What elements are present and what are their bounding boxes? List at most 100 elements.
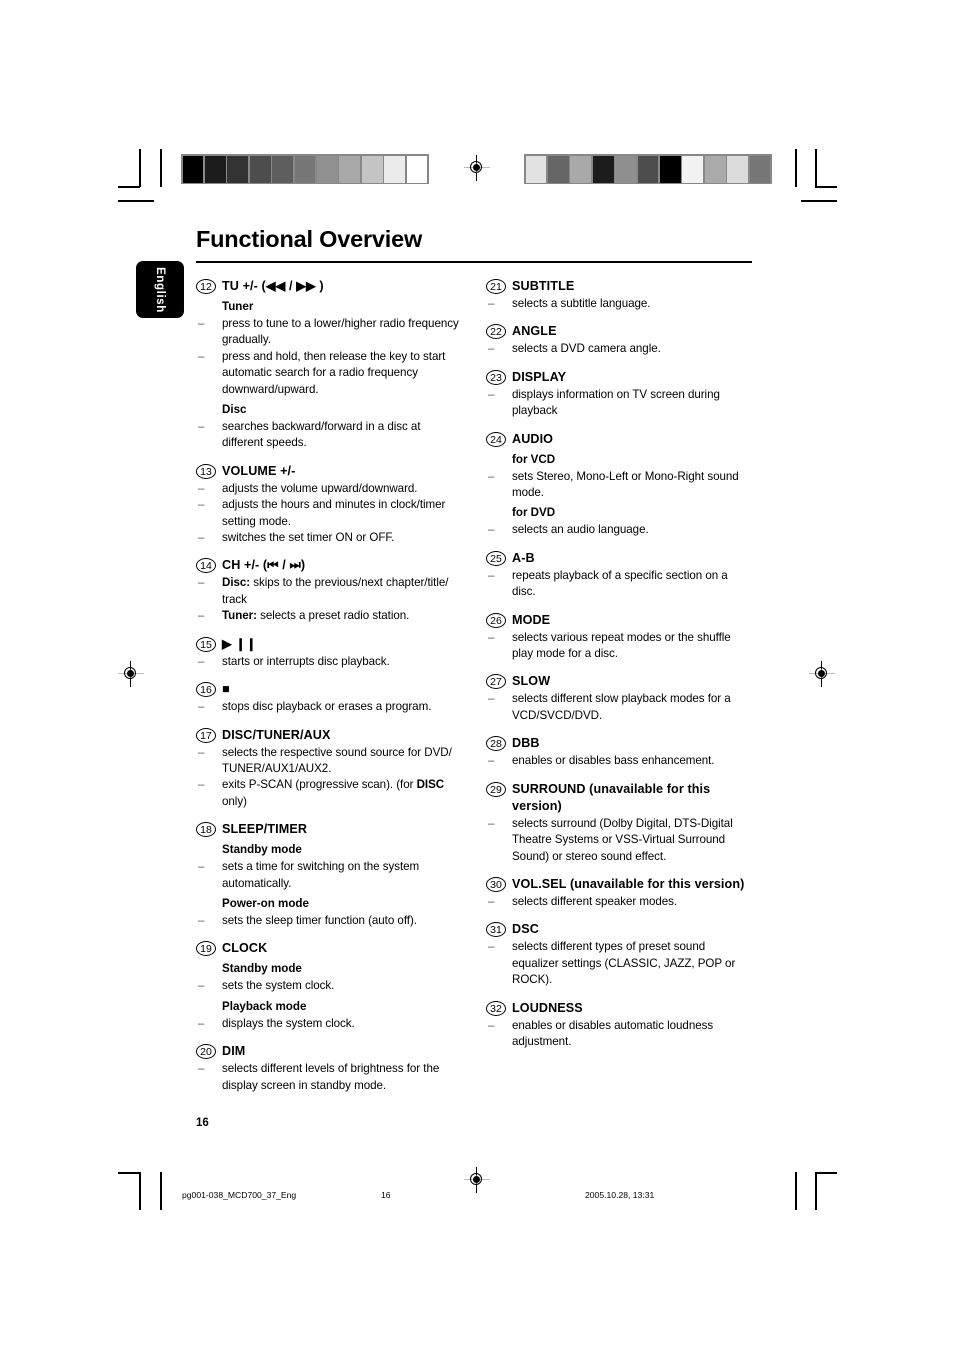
function-label: MODE — [512, 612, 551, 627]
function-label: CH +/- (⏮ / ⏭) — [222, 558, 306, 573]
crop-mark-top-right-corner-v — [815, 149, 817, 187]
function-bullet: – adjusts the volume upward/downward. — [196, 481, 462, 497]
language-tab: English — [136, 261, 184, 318]
function-bullet: – repeats playback of a specific section … — [486, 568, 752, 601]
crop-mark-top-left-corner-h — [118, 186, 140, 188]
bullet-dash: – — [198, 701, 205, 714]
function-label: TU +/- (◀◀ / ▶▶ ) — [222, 279, 324, 293]
color-swatch — [592, 155, 614, 183]
bullet-text: selects different speaker modes. — [512, 894, 678, 908]
bullet-dash: – — [488, 755, 495, 768]
title-divider — [196, 261, 752, 263]
registration-mark-right-middle — [809, 661, 835, 687]
page-title: Functional Overview — [196, 226, 423, 252]
function-label: DISC/TUNER/AUX — [222, 727, 331, 742]
function-subheading: Power-on mode — [222, 896, 309, 910]
color-calibration-bar-right — [524, 154, 772, 184]
function-entry: 26 MODE – selects various repeat modes or t… — [486, 612, 752, 663]
function-bullet: – selects different levels of brightness … — [196, 1061, 462, 1094]
function-bullet: – sets the system clock. — [196, 978, 462, 994]
function-bullet: – selects various repeat modes or the shu… — [486, 630, 752, 663]
function-number-badge: 19 — [196, 941, 216, 957]
function-entry: 29 SURROUND (unavailable for this version… — [486, 781, 752, 865]
function-entry-header: 30 VOL.SEL (unavailable for this version) — [486, 876, 752, 893]
color-swatch — [704, 155, 726, 183]
function-label: DBB — [512, 736, 540, 751]
bullet-dash: – — [198, 577, 205, 590]
function-entry-header: 27 SLOW — [486, 673, 752, 690]
function-entry: 30 VOL.SEL (unavailable for this version)… — [486, 876, 752, 910]
function-bullet: – press to tune to a lower/higher radio f… — [196, 316, 462, 349]
function-bullet: – sets a time for switching on the system… — [196, 859, 462, 892]
function-label: ▶ ❙❙ — [222, 636, 257, 651]
function-number-badge: 29 — [486, 781, 506, 797]
bullet-text: switches the set timer ON or OFF. — [222, 531, 395, 545]
color-swatch — [249, 155, 271, 183]
function-bullet: – selects a subtitle language. — [486, 296, 752, 312]
bullet-dash: – — [198, 980, 205, 993]
function-entry-header: 31 DSC — [486, 921, 752, 938]
function-label: DSC — [512, 922, 539, 937]
function-entry: 20 DIM – selects different levels of bright… — [196, 1043, 462, 1094]
bullet-dash: – — [488, 569, 495, 582]
function-entry: 25 A-B – repeats playback of a specific sec… — [486, 550, 752, 601]
function-entry-header: 12 TU +/- (◀◀ / ▶▶ ) — [196, 278, 462, 295]
function-bullet: – selects different slow playback modes f… — [486, 691, 752, 724]
color-swatch — [361, 155, 383, 183]
color-swatch — [749, 155, 771, 183]
function-entry-header: 25 A-B — [486, 550, 752, 567]
right-column: 21 SUBTITLE – selects a subtitle language. 2… — [486, 278, 752, 1061]
function-number-badge: 13 — [196, 463, 216, 479]
function-number-badge: 15 — [196, 636, 216, 652]
bullet-dash: – — [488, 388, 495, 401]
bullet-text: sets the system clock. — [222, 979, 335, 993]
color-swatch — [682, 155, 704, 183]
function-entry-header: 16 ■ — [196, 681, 462, 698]
function-label: LOUDNESS — [512, 1000, 583, 1015]
page-number: 16 — [196, 1117, 209, 1129]
bullet-text: selects different levels of brightness f… — [222, 1062, 440, 1092]
bullet-text: starts or interrupts disc playback. — [222, 654, 390, 668]
function-number-badge: 14 — [196, 558, 216, 574]
color-swatch — [182, 155, 204, 183]
function-entry-header: 29 SURROUND (unavailable for this version… — [486, 781, 752, 815]
function-number-badge: 27 — [486, 674, 506, 690]
bullet-text: sets a time for switching on the system … — [222, 860, 420, 890]
function-number-badge: 23 — [486, 369, 506, 385]
bullet-dash: – — [488, 470, 495, 483]
color-swatch — [727, 155, 749, 183]
color-swatch — [547, 155, 569, 183]
function-label: SLEEP/TIMER — [222, 822, 308, 837]
function-number-badge: 21 — [486, 279, 506, 294]
bullet-dash: – — [488, 343, 495, 356]
function-label: SLOW — [512, 674, 551, 689]
bullet-text: press to tune to a lower/higher radio fr… — [222, 317, 459, 347]
crop-mark-top-right-outer-h — [801, 200, 837, 202]
function-bullet: – Tuner: selects a preset radio station. — [196, 608, 462, 624]
function-number-badge: 31 — [486, 922, 506, 938]
function-entry-header: 20 DIM — [196, 1043, 462, 1060]
function-entry: 18 SLEEP/TIMER Standby mode – sets a time fo… — [196, 821, 462, 929]
function-number-badge: 25 — [486, 550, 506, 566]
bullet-text: selects the respective sound source for … — [222, 745, 452, 775]
function-label: SURROUND (unavailable for this version) — [512, 781, 711, 813]
function-entry: 19 CLOCK Standby mode – sets the system cloc… — [196, 940, 462, 1032]
function-label: VOL.SEL (unavailable for this version) — [512, 876, 745, 891]
function-label: CLOCK — [222, 941, 268, 956]
color-swatch — [204, 155, 226, 183]
color-swatch — [615, 155, 637, 183]
function-entry-header: 13 VOLUME +/- — [196, 463, 462, 480]
color-swatch — [659, 155, 681, 183]
bullet-text: sets Stereo, Mono-Left or Mono-Right sou… — [512, 469, 739, 500]
bullet-dash: – — [198, 779, 205, 792]
crop-mark-bottom-right-vertical — [795, 1172, 797, 1210]
bullet-text: Disc: skips to the previous/next chapter… — [222, 576, 449, 606]
registration-mark-top-center — [464, 155, 490, 181]
function-number-badge: 30 — [486, 876, 506, 892]
function-number-badge: 24 — [486, 431, 506, 447]
color-swatch — [406, 155, 428, 183]
bullet-text: selects a subtitle language. — [512, 297, 651, 310]
function-entry-header: 14 CH +/- (⏮ / ⏭) — [196, 557, 462, 574]
bullet-dash: – — [198, 318, 205, 330]
bullet-text: exits P-SCAN (progressive scan). (for DI… — [222, 778, 445, 808]
